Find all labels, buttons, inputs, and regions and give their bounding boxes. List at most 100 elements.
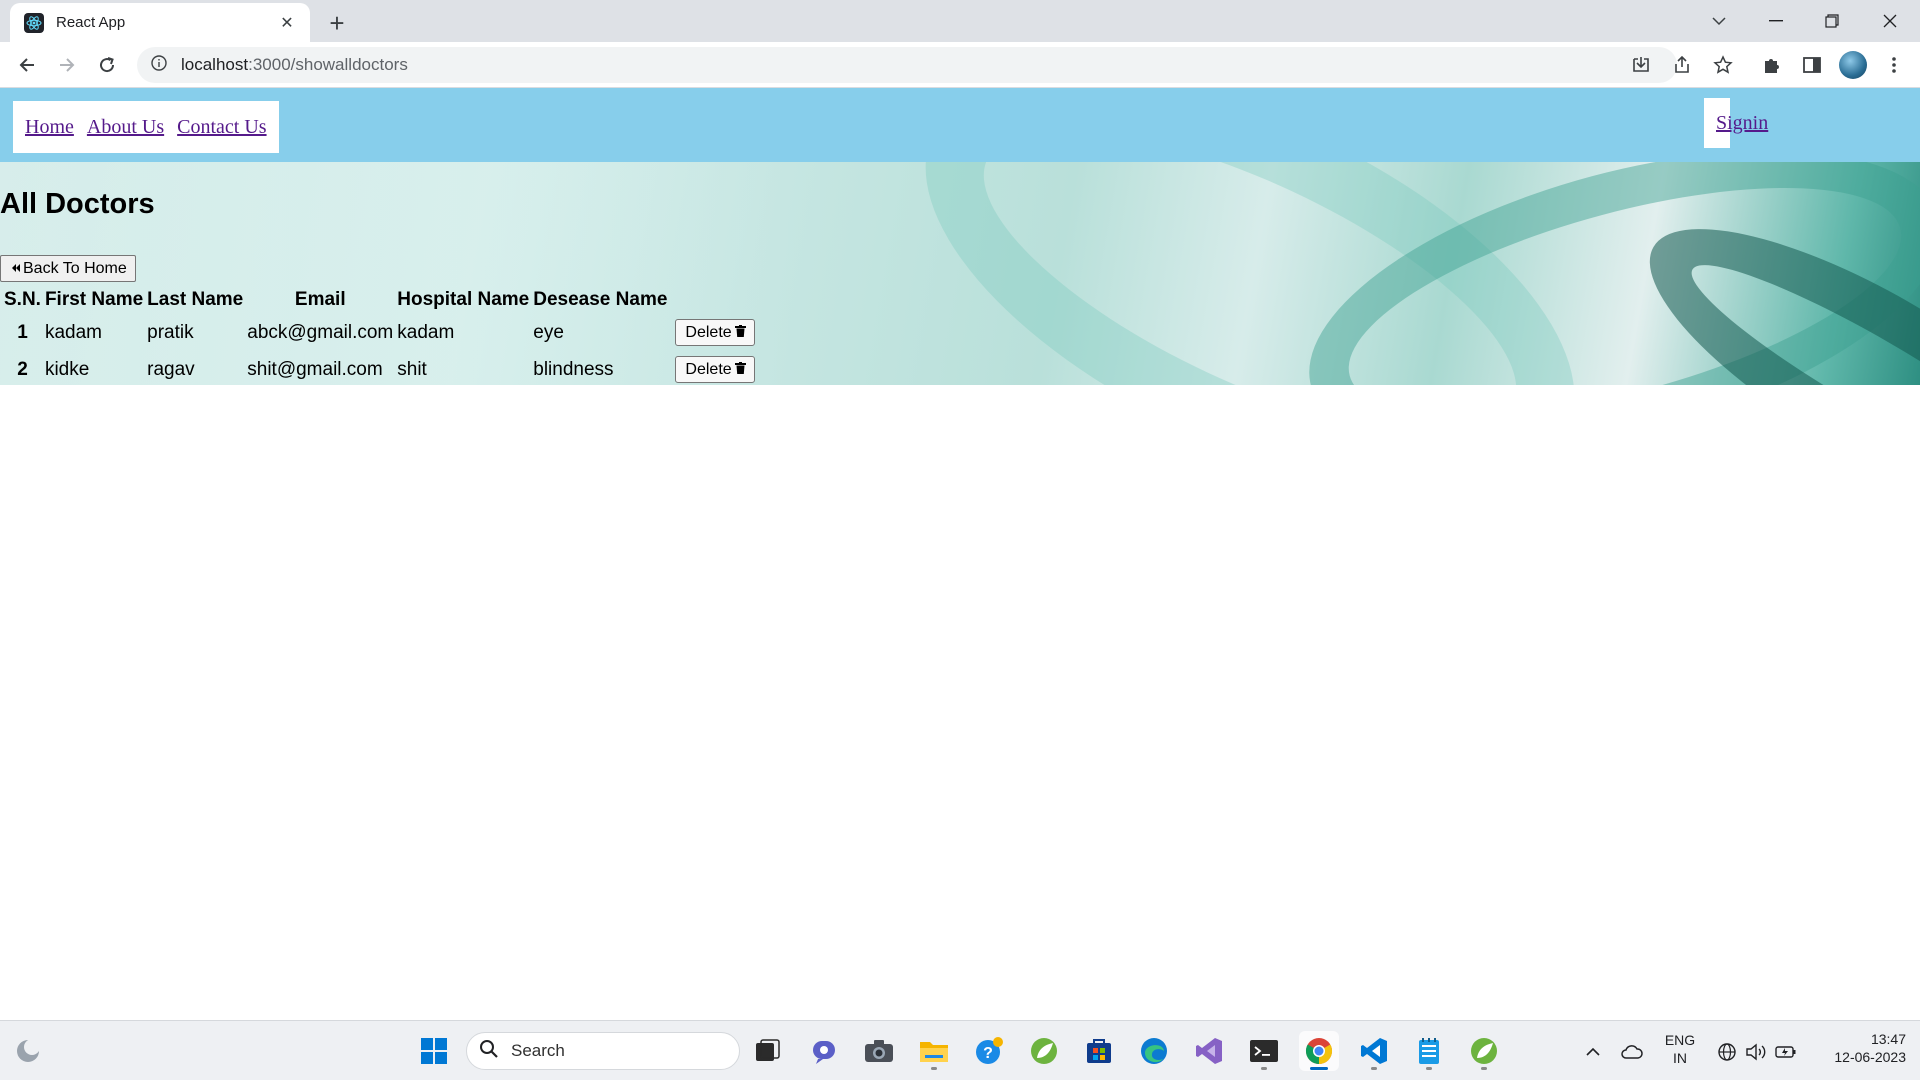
extensions-puzzle-icon[interactable] [1757, 50, 1787, 80]
windows-taskbar: Search ? ENG IN 13:47 12-06-2023 [0, 1020, 1920, 1080]
cell-first-name: kidke [44, 358, 90, 380]
tab-search-chevron-icon[interactable] [1697, 6, 1741, 36]
clock-date: 12-06-2023 [1834, 1049, 1906, 1065]
spring-boot-icon[interactable] [1464, 1031, 1504, 1071]
cell-disease-name: eye [533, 321, 564, 343]
react-logo-icon [24, 12, 44, 33]
nav-link-home[interactable]: Home [25, 116, 74, 139]
table-header-row: S.N. First Name Last Name Email Hospital… [2, 286, 757, 314]
search-placeholder: Search [511, 1041, 565, 1060]
weather-widget-icon[interactable] [8, 1031, 48, 1071]
visual-studio-icon[interactable] [1189, 1031, 1229, 1071]
cell-sn: 1 [17, 321, 28, 343]
camera-app-icon[interactable] [859, 1031, 899, 1071]
cell-hospital-name: shit [397, 358, 427, 380]
help-app-icon[interactable]: ? [969, 1031, 1009, 1071]
cell-hospital-name: kadam [397, 321, 455, 343]
onedrive-cloud-icon[interactable] [1621, 1041, 1643, 1063]
browser-tab[interactable]: React App ✕ [10, 3, 310, 42]
chevron-up-icon[interactable] [1582, 1041, 1604, 1063]
forward-arrow-icon[interactable] [52, 50, 82, 80]
col-header-first-name: First Name [44, 289, 144, 310]
clock[interactable]: 13:47 12-06-2023 [1806, 1030, 1906, 1066]
search-icon [479, 1039, 499, 1064]
network-globe-icon[interactable] [1716, 1041, 1738, 1063]
cell-action: Delete [669, 314, 756, 351]
minimize-icon[interactable] [1754, 6, 1798, 36]
taskbar-search-box[interactable]: Search [466, 1032, 740, 1070]
file-explorer-icon[interactable] [914, 1031, 954, 1071]
profile-avatar-icon[interactable] [1838, 50, 1868, 80]
nav-links: Home About Us Contact Us [13, 101, 279, 153]
table-row: 2 kidke ragav shit@gmail.com shit blindn… [2, 351, 757, 388]
delete-label: Delete [685, 323, 732, 341]
vscode-icon[interactable] [1354, 1031, 1394, 1071]
chrome-menu-icon[interactable] [1879, 50, 1909, 80]
delete-button[interactable]: Delete [675, 356, 755, 383]
side-panel-icon[interactable] [1797, 50, 1827, 80]
windows-start-icon[interactable] [414, 1031, 454, 1071]
col-header-disease-name: Desease Name [533, 289, 668, 310]
install-app-icon[interactable] [1626, 50, 1656, 80]
cell-action: Delete [669, 351, 756, 388]
page-title: All Doctors [0, 188, 155, 220]
clock-time: 13:47 [1870, 1031, 1906, 1047]
col-header-email: Email [294, 289, 346, 310]
cell-last-name: pratik [147, 321, 194, 343]
restore-icon[interactable] [1810, 6, 1854, 36]
site-info-icon[interactable] [151, 54, 167, 76]
nav-link-about-us[interactable]: About Us [87, 116, 164, 139]
cell-last-name: ragav [147, 358, 195, 380]
table-row: 1 kadam pratik abck@gmail.com kadam eye … [2, 314, 757, 351]
spring-tool-icon[interactable] [1024, 1031, 1064, 1071]
cell-sn: 2 [17, 358, 28, 380]
close-window-icon[interactable] [1868, 6, 1912, 36]
microsoft-store-icon[interactable] [1079, 1031, 1119, 1071]
teams-chat-icon[interactable] [804, 1031, 844, 1071]
share-icon[interactable] [1667, 50, 1697, 80]
region-code: IN [1673, 1050, 1687, 1066]
signin-link[interactable]: Signin [1716, 112, 1768, 135]
svg-text:?: ? [983, 1045, 993, 1062]
cell-email: abck@gmail.com [247, 321, 394, 343]
trash-icon [734, 361, 746, 379]
bookmark-star-icon[interactable] [1708, 50, 1738, 80]
cell-disease-name: blindness [533, 358, 614, 380]
nav-link-contact-us[interactable]: Contact Us [177, 116, 266, 139]
battery-icon[interactable] [1775, 1041, 1797, 1063]
cell-email: shit@gmail.com [247, 358, 383, 380]
trash-icon [734, 324, 746, 342]
col-header-last-name: Last Name [147, 289, 244, 310]
site-navbar: Home About Us Contact Us Signin [0, 88, 1920, 162]
col-header-action [669, 286, 756, 314]
url-host: localhost [181, 55, 249, 74]
double-chevron-left-icon [11, 260, 21, 278]
tab-title: React App [56, 14, 126, 31]
task-view-icon[interactable] [748, 1031, 788, 1071]
reload-icon[interactable] [92, 50, 122, 80]
back-to-home-button[interactable]: Back To Home [0, 255, 136, 282]
address-bar[interactable]: localhost:3000/showalldoctors [137, 47, 1677, 83]
doctors-table: S.N. First Name Last Name Email Hospital… [2, 286, 757, 388]
signin-area: Signin [1704, 98, 1768, 148]
cell-first-name: kadam [44, 321, 102, 343]
language-code: ENG [1664, 1032, 1696, 1048]
back-to-home-label: Back To Home [23, 259, 127, 277]
col-header-hospital-name: Hospital Name [397, 289, 530, 310]
browser-toolbar: localhost:3000/showalldoctors [0, 42, 1920, 88]
back-arrow-icon[interactable] [12, 50, 42, 80]
delete-button[interactable]: Delete [675, 319, 755, 346]
url-path: :3000/showalldoctors [248, 55, 408, 74]
volume-icon[interactable] [1745, 1041, 1767, 1063]
browser-tabstrip: React App ✕ + [0, 0, 1920, 42]
delete-label: Delete [685, 360, 732, 378]
close-tab-icon[interactable]: ✕ [276, 12, 298, 34]
terminal-icon[interactable] [1244, 1031, 1284, 1071]
new-tab-icon[interactable]: + [322, 8, 352, 38]
language-indicator[interactable]: ENG IN [1660, 1031, 1700, 1067]
col-header-sn: S.N. [4, 289, 41, 310]
edge-browser-icon[interactable] [1134, 1031, 1174, 1071]
chrome-taskbar-icon[interactable] [1299, 1031, 1339, 1071]
url-text: localhost:3000/showalldoctors [181, 55, 408, 75]
notepad-icon[interactable] [1409, 1031, 1449, 1071]
